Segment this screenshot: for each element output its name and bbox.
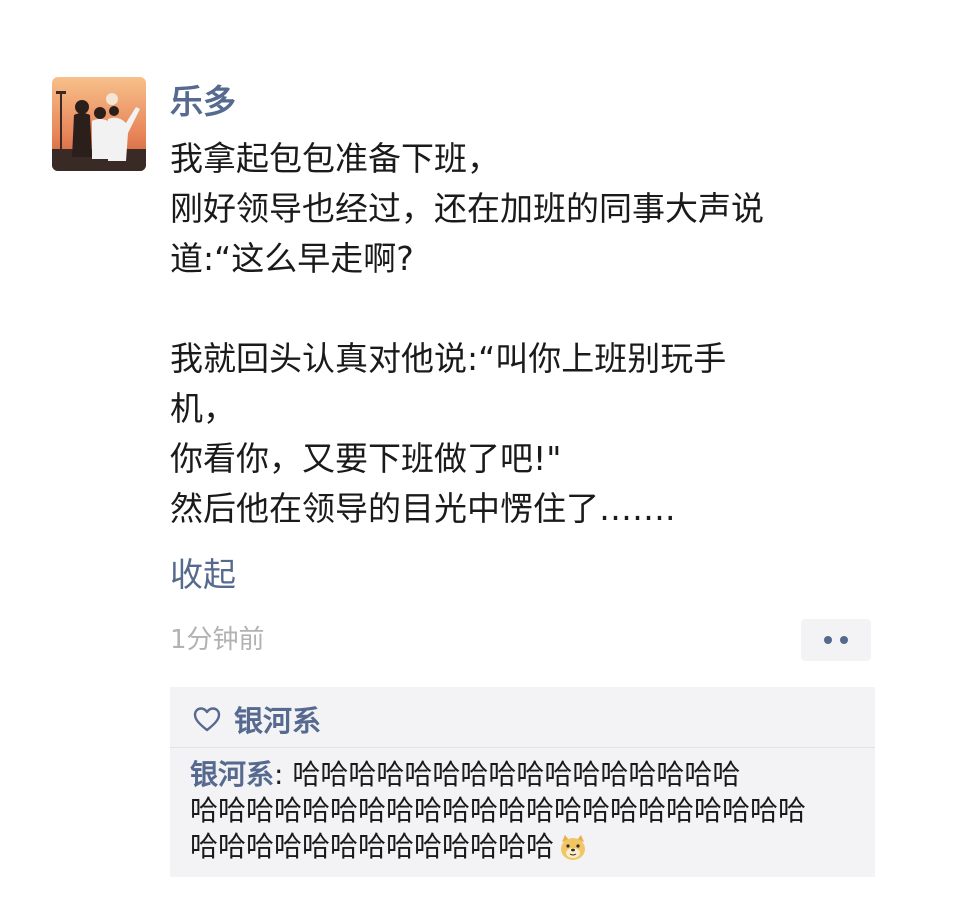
comment-text: 哈哈哈哈哈哈哈哈哈哈哈哈哈哈哈哈哈哈哈哈哈哈 [190,794,807,827]
dot-icon [840,636,848,644]
avatar[interactable] [52,77,146,171]
post-text: 我拿起包包准备下班， 刚好领导也经过，还在加班的同事大声说 道:“这么早走啊? … [170,134,870,534]
post-text-line [170,284,870,334]
comment-line: 哈哈哈哈哈哈哈哈哈哈哈哈哈哈哈哈哈哈哈哈哈哈 [190,793,870,829]
post-timestamp: 1分钟前 [170,625,265,655]
collapse-link[interactable]: 收起 [170,552,236,598]
post-author-name[interactable]: 乐多 [170,80,236,124]
post-text-line: 你看你，又要下班做了吧!" [170,439,562,478]
post-text-line: 然后他在领导的目光中愣住了……. [170,489,676,528]
post-text-line: 我拿起包包准备下班， [170,139,500,178]
likes-row: 银河系 [192,697,321,741]
comment-line: 银河系: 哈哈哈哈哈哈哈哈哈哈哈哈哈哈哈哈 [190,757,870,793]
heart-outline-icon [192,705,222,733]
post-text-line: 道:“这么早走啊? [170,239,414,278]
post-text-line: 我就回头认真对他说:“叫你上班别玩手 [170,339,727,378]
comment-text: 哈哈哈哈哈哈哈哈哈哈哈哈哈哈哈哈 [292,758,741,791]
comment[interactable]: 银河系: 哈哈哈哈哈哈哈哈哈哈哈哈哈哈哈哈 哈哈哈哈哈哈哈哈哈哈哈哈哈哈哈哈哈哈… [190,757,870,865]
doge-emoji-icon [558,832,588,871]
more-actions-button[interactable] [801,619,871,661]
comment-separator: : [274,758,293,791]
post-text-line: 机， [170,389,236,428]
interaction-panel: 银河系 银河系: 哈哈哈哈哈哈哈哈哈哈哈哈哈哈哈哈 哈哈哈哈哈哈哈哈哈哈哈哈哈哈… [170,687,875,877]
comment-text: 哈哈哈哈哈哈哈哈哈哈哈哈哈 [190,830,555,863]
post-text-line: 刚好领导也经过，还在加班的同事大声说 [170,189,764,228]
dot-icon [824,636,832,644]
comment-line: 哈哈哈哈哈哈哈哈哈哈哈哈哈 [190,829,870,865]
comment-author[interactable]: 银河系 [190,758,274,791]
divider [170,747,875,748]
like-user-name[interactable]: 银河系 [234,698,321,740]
